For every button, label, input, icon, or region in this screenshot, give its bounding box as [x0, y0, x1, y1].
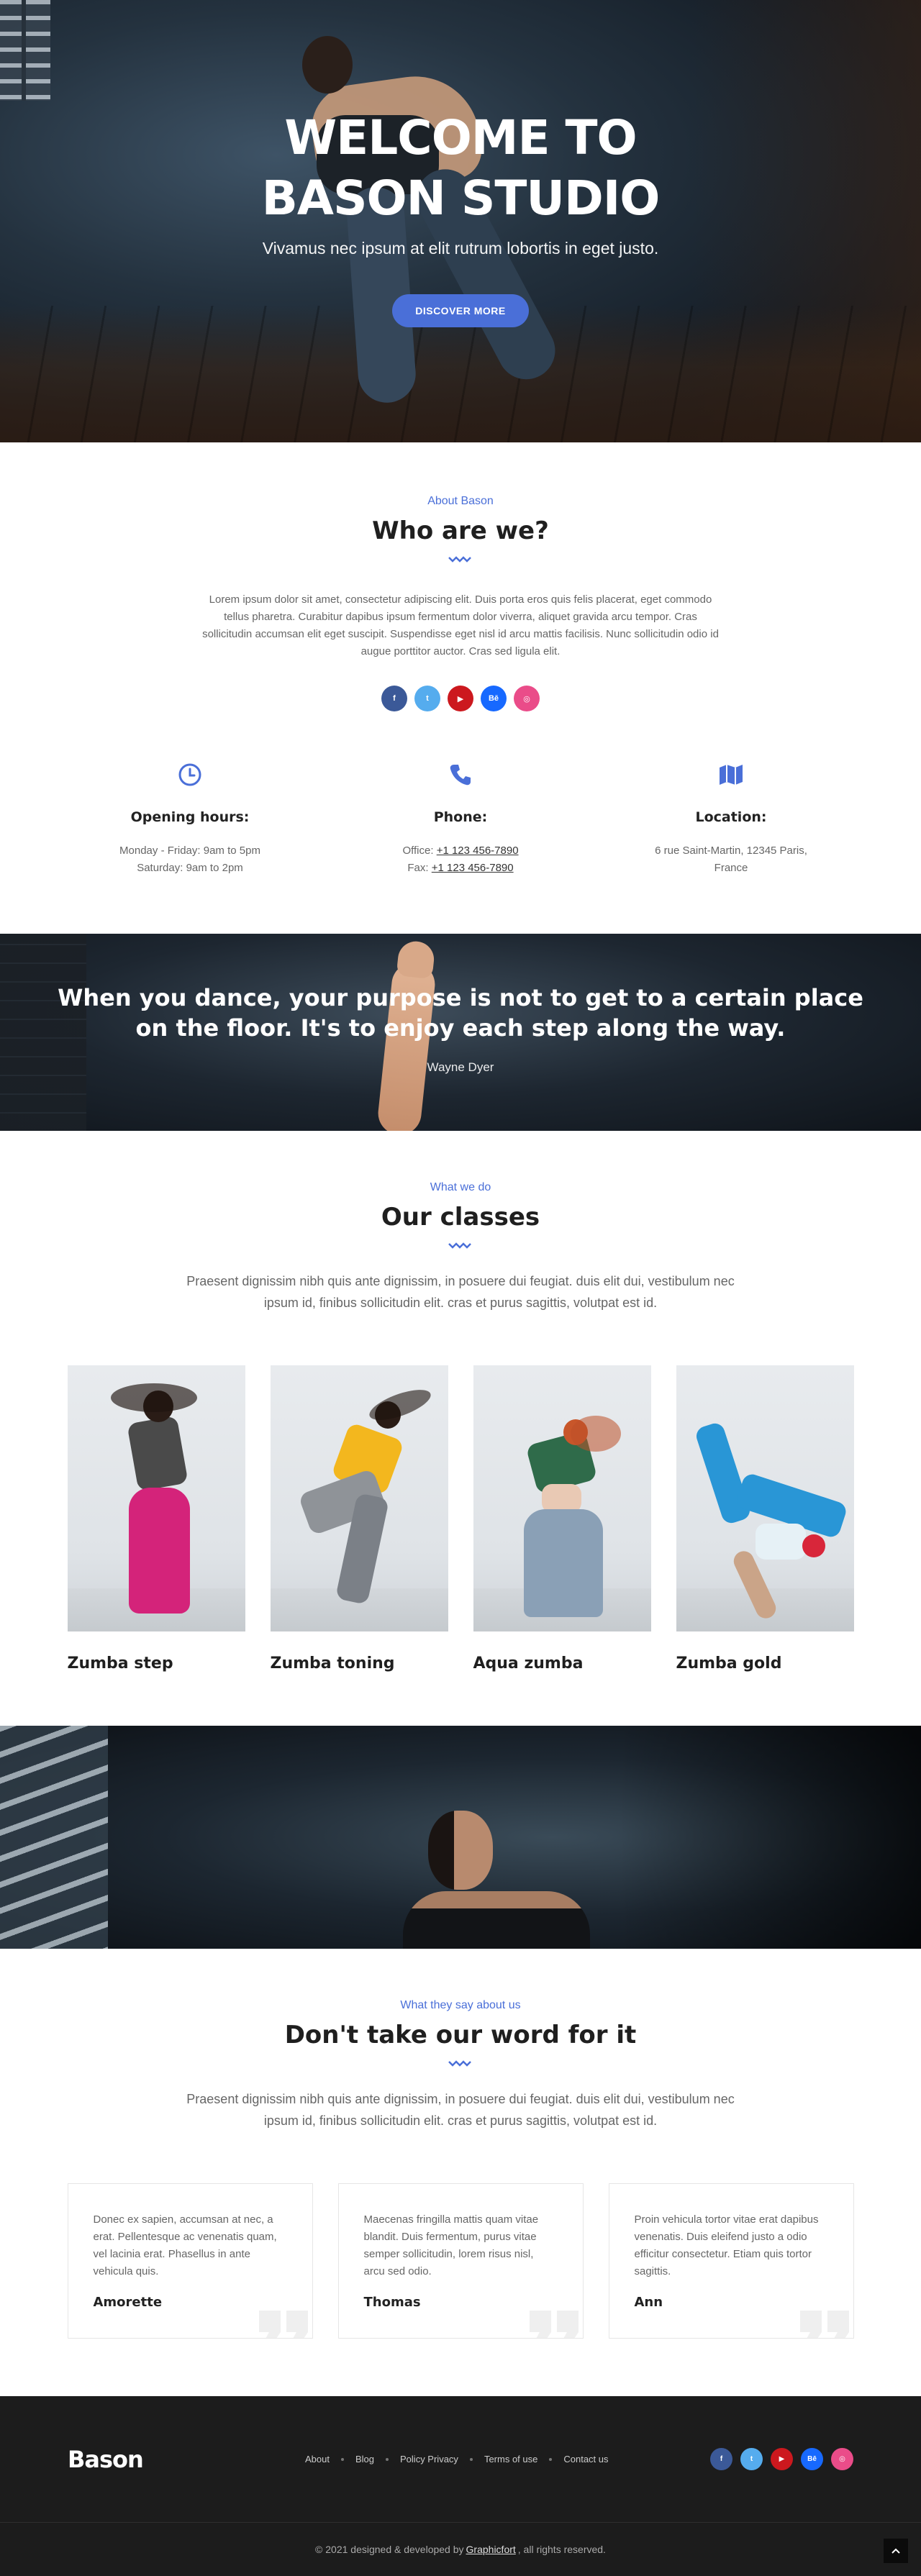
- about-text: Lorem ipsum dolor sit amet, consectetur …: [202, 593, 719, 657]
- facebook-icon[interactable]: f: [710, 2448, 732, 2470]
- location-block: Location: 6 rue Saint-Martin, 12345 Pari…: [596, 762, 866, 877]
- testimonial-text: Proin vehicula tortor vitae erat dapibus…: [634, 2213, 819, 2277]
- quote-mark-icon: [529, 2311, 579, 2338]
- discover-more-button[interactable]: DISCOVER MORE: [392, 294, 529, 327]
- fax-line: Fax: +1 123 456-7890: [407, 862, 514, 874]
- about-title: Who are we?: [372, 516, 549, 545]
- testimonial-text: Maecenas fringilla mattis quam vitae bla…: [363, 2213, 539, 2277]
- classes-text: Praesent dignissim nibh quis ante dignis…: [186, 1274, 735, 1310]
- class-card[interactable]: Zumba gold: [676, 1365, 854, 1672]
- chevron-up-icon: [891, 2548, 900, 2554]
- dribbble-icon[interactable]: ◎: [831, 2448, 853, 2470]
- footer-link-terms[interactable]: Terms of use: [484, 2454, 537, 2465]
- youtube-icon[interactable]: ▶: [448, 686, 473, 711]
- hero-window-image: [0, 0, 50, 101]
- footer-nav: About Blog Policy Privacy Terms of use C…: [305, 2454, 710, 2465]
- map-icon: [720, 765, 743, 785]
- behance-icon[interactable]: Bē: [801, 2448, 823, 2470]
- location-country: France: [714, 862, 748, 874]
- classes-eyebrow: What we do: [430, 1181, 491, 1193]
- about-social-links: f t ▶ Bē ◎: [0, 686, 921, 711]
- phone-block: Phone: Office: +1 123 456-7890 Fax: +1 1…: [325, 762, 596, 877]
- testimonial-card: Proin vehicula tortor vitae erat dapibus…: [608, 2183, 854, 2339]
- footer-social-links: f t ▶ Bē ◎: [710, 2448, 853, 2470]
- opening-hours-saturday: Saturday: 9am to 2pm: [137, 862, 243, 874]
- classes-section: What we do Our classes Praesent dignissi…: [0, 1131, 921, 1726]
- graphicfort-link[interactable]: Graphicfort: [466, 2544, 516, 2555]
- clock-icon: [178, 763, 201, 786]
- youtube-icon[interactable]: ▶: [771, 2448, 793, 2470]
- squiggle-divider-icon: [448, 2060, 471, 2067]
- class-grid: Zumba step Zumba toning Aqua zumba Zumba…: [0, 1365, 921, 1672]
- about-section: About Bason Who are we? Lorem ipsum dolo…: [0, 442, 921, 934]
- class-name: Zumba gold: [676, 1655, 782, 1672]
- copyright: © 2021 designed & developed by Graphicfo…: [315, 2544, 606, 2555]
- hero-section: WELCOME TO BASON STUDIO Vivamus nec ipsu…: [0, 0, 921, 442]
- opening-hours-weekday: Monday - Friday: 9am to 5pm: [119, 845, 260, 857]
- squiggle-divider-icon: [448, 1242, 471, 1249]
- testimonial-grid: Donec ex sapien, accumsan at nec, a erat…: [0, 2183, 921, 2339]
- studio-banner-image: [0, 1726, 921, 1949]
- twitter-icon[interactable]: t: [414, 686, 440, 711]
- class-image-dancer: [473, 1365, 651, 1631]
- hero-title-line2: BASON STUDIO: [261, 170, 661, 226]
- twitter-icon[interactable]: t: [740, 2448, 763, 2470]
- class-image-dancer: [270, 1365, 448, 1631]
- class-card[interactable]: Zumba step: [67, 1365, 245, 1672]
- class-name: Aqua zumba: [473, 1655, 584, 1672]
- class-name: Zumba toning: [270, 1655, 395, 1672]
- office-phone-link[interactable]: +1 123 456-7890: [437, 845, 519, 857]
- class-image-dancer: [67, 1365, 245, 1631]
- hero-title-line1: WELCOME TO: [284, 110, 637, 165]
- testimonial-card: Donec ex sapien, accumsan at nec, a erat…: [67, 2183, 313, 2339]
- location-address: 6 rue Saint-Martin, 12345 Paris,: [655, 845, 807, 857]
- footer-link-contact[interactable]: Contact us: [563, 2454, 608, 2465]
- squiggle-divider-icon: [448, 556, 471, 563]
- testimonial-card: Maecenas fringilla mattis quam vitae bla…: [337, 2183, 584, 2339]
- quote-mark-icon: [258, 2311, 308, 2338]
- about-eyebrow: About Bason: [427, 495, 494, 507]
- class-card[interactable]: Zumba toning: [270, 1365, 448, 1672]
- phone-icon: [450, 765, 471, 786]
- testimonials-eyebrow: What they say about us: [400, 1999, 521, 2011]
- quote-author: Wayne Dyer: [427, 1060, 494, 1074]
- opening-hours-title: Opening hours:: [130, 809, 250, 825]
- classes-title: Our classes: [381, 1203, 540, 1232]
- class-name: Zumba step: [67, 1655, 173, 1672]
- class-card[interactable]: Aqua zumba: [473, 1365, 651, 1672]
- quote-text: When you dance, your purpose is not to g…: [58, 984, 863, 1042]
- contact-info-row: Opening hours: Monday - Friday: 9am to 5…: [0, 762, 921, 877]
- footer-link-blog[interactable]: Blog: [355, 2454, 374, 2465]
- hero-title: WELCOME TO BASON STUDIO: [0, 108, 921, 229]
- quote-mark-icon: [799, 2311, 849, 2338]
- back-to-top-button[interactable]: [884, 2539, 908, 2563]
- footer-link-privacy[interactable]: Policy Privacy: [400, 2454, 458, 2465]
- class-image-dancer: [676, 1365, 854, 1631]
- testimonials-text: Praesent dignissim nibh quis ante dignis…: [186, 2092, 735, 2128]
- hero-subtitle: Vivamus nec ipsum at elit rutrum loborti…: [262, 239, 659, 258]
- location-title: Location:: [695, 809, 767, 825]
- office-phone-line: Office: +1 123 456-7890: [402, 845, 519, 857]
- testimonial-text: Donec ex sapien, accumsan at nec, a erat…: [93, 2213, 277, 2277]
- opening-hours-block: Opening hours: Monday - Friday: 9am to 5…: [55, 762, 325, 877]
- testimonials-title: Don't take our word for it: [284, 2021, 637, 2049]
- dribbble-icon[interactable]: ◎: [514, 686, 540, 711]
- quote-section: When you dance, your purpose is not to g…: [0, 934, 921, 1131]
- phone-title: Phone:: [433, 809, 488, 825]
- testimonials-section: What they say about us Don't take our wo…: [0, 1949, 921, 2396]
- site-footer: Bason About Blog Policy Privacy Terms of…: [0, 2396, 921, 2576]
- facebook-icon[interactable]: f: [381, 686, 407, 711]
- footer-logo[interactable]: Bason: [68, 2446, 305, 2473]
- behance-icon[interactable]: Bē: [481, 686, 507, 711]
- fax-link[interactable]: +1 123 456-7890: [432, 862, 514, 874]
- footer-link-about[interactable]: About: [305, 2454, 330, 2465]
